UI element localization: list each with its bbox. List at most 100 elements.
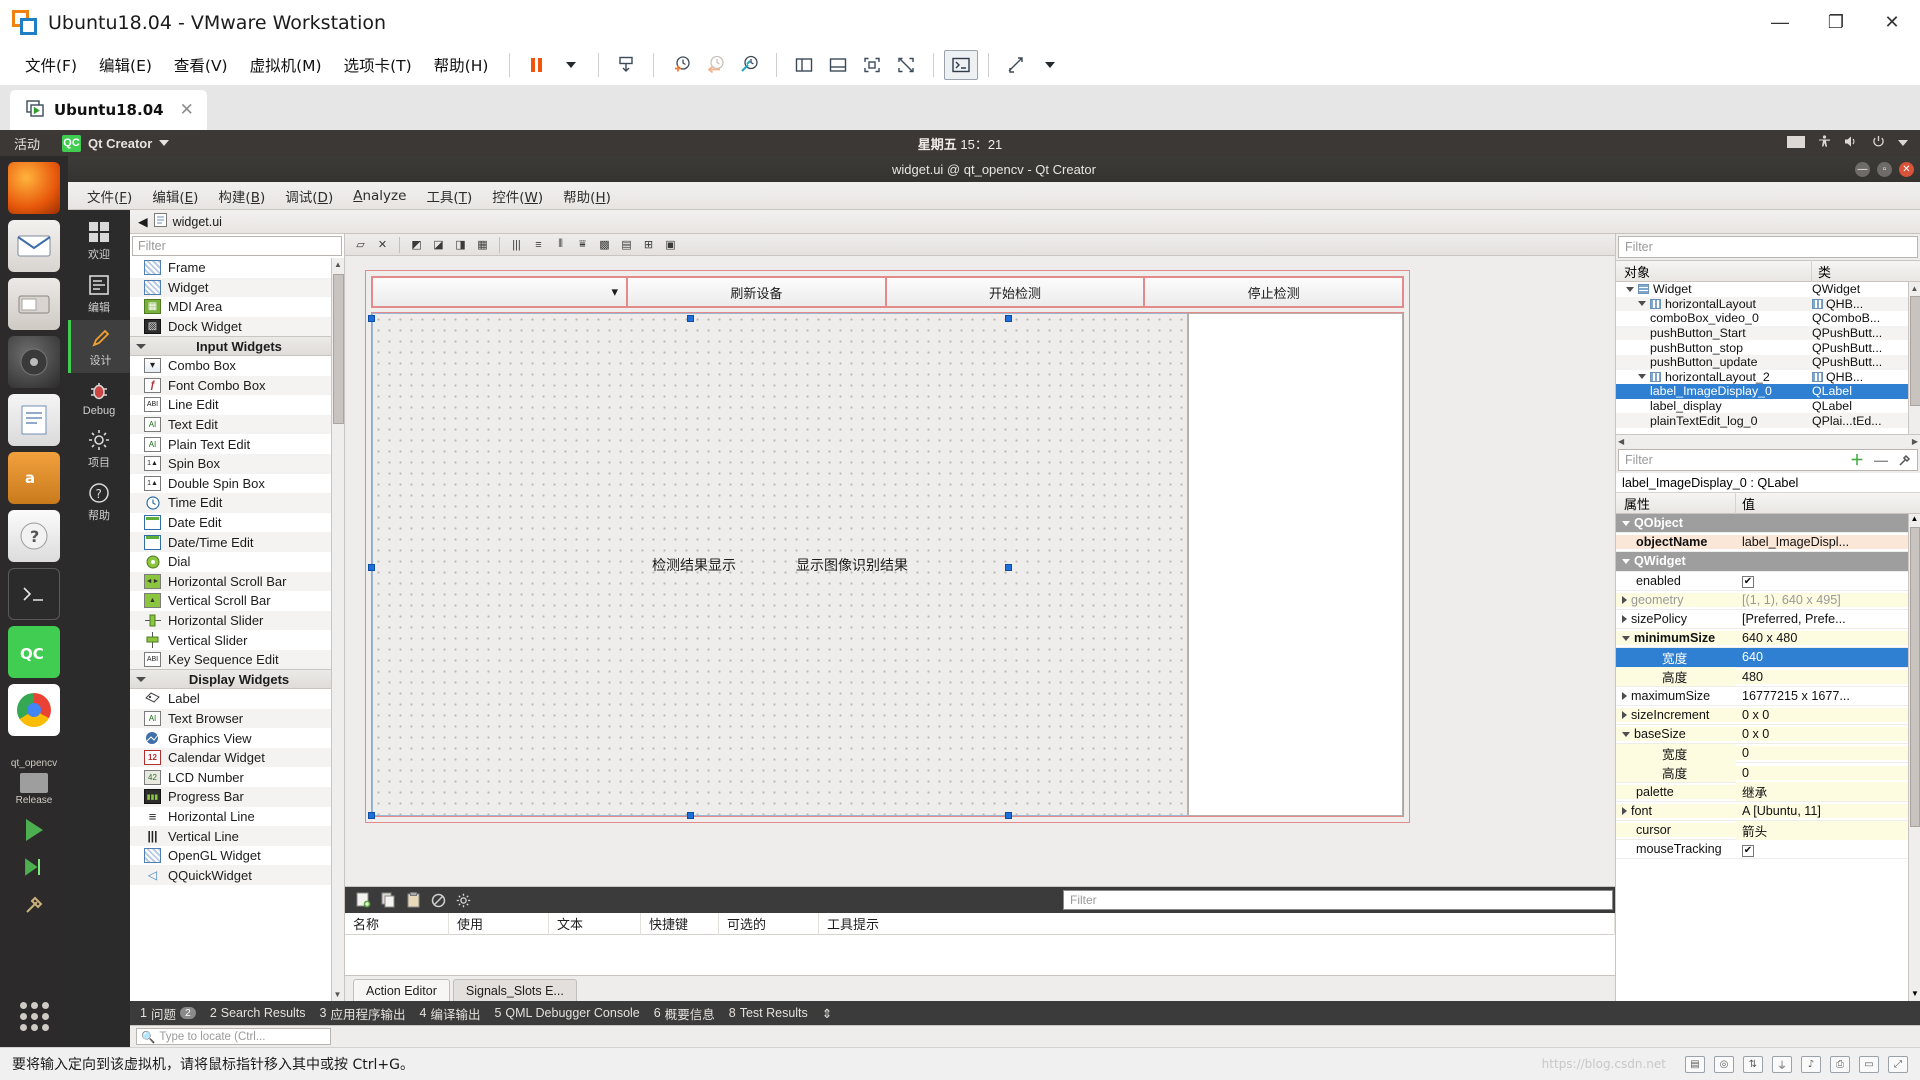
output-tab[interactable]: 6概要信息 [654,1004,715,1023]
checkbox[interactable]: ✔ [1742,845,1754,857]
object-tree-row[interactable]: label_displayQLabel [1616,399,1920,414]
mode-design[interactable]: 设计 [68,320,130,373]
property-row[interactable]: 宽度640 [1616,648,1920,667]
launcher-qtcreator-icon[interactable]: QC [8,626,60,678]
scroll-down-icon[interactable]: ▼ [1910,989,1920,1001]
horizontal-layout-2-row[interactable]: 检测结果显示 显示图像识别结果 [371,312,1404,817]
vm-tab-close-icon[interactable]: ✕ [180,100,194,120]
widget-box-item[interactable]: ▲Vertical Scroll Bar [130,591,344,611]
property-row[interactable]: 宽度0 [1616,744,1920,763]
selection-handle-tc[interactable] [687,315,694,322]
widget-box-item[interactable]: Vertical Slider [130,630,344,650]
expand-icon[interactable]: ⤢ [1888,1056,1908,1073]
object-tree-row[interactable]: pushButton_updateQPushButt... [1616,355,1920,370]
scroll-up-icon[interactable]: ▲ [1909,282,1920,295]
edit-buddies-icon[interactable]: ◨ [451,236,470,254]
snapshot-manager-icon[interactable] [732,50,766,80]
output-tab[interactable]: 5QML Debugger Console [494,1006,639,1020]
property-row[interactable]: 高度0 [1616,763,1920,782]
widget-box-item[interactable]: Horizontal Slider [130,611,344,631]
maximize-button[interactable]: ❐ [1808,0,1864,45]
printer-icon[interactable]: ⎙ [1830,1056,1850,1073]
mode-welcome[interactable]: 欢迎 [68,214,130,267]
selection-handle-ml[interactable] [368,564,375,571]
layout-splitter-h-icon[interactable]: ⫴ [551,236,570,254]
launcher-chrome-icon[interactable] [8,684,60,736]
widget-box-item[interactable]: ◁QQuickWidget [130,865,344,885]
close-button[interactable]: ✕ [1864,0,1920,45]
chevron-down-icon[interactable] [1626,287,1634,292]
menu-edit[interactable]: 编辑(E) [88,50,163,80]
widget-box-item[interactable]: ƒFont Combo Box [130,376,344,396]
selection-handle-br[interactable] [1005,812,1012,819]
sound-card-icon[interactable]: ♪ [1801,1056,1821,1073]
action-editor-body[interactable] [345,935,1615,975]
mode-projects[interactable]: 项目 [68,422,130,475]
fullscreen-icon[interactable] [855,50,889,80]
widget-box-item[interactable]: ≡Horizontal Line [130,807,344,827]
property-editor-filter[interactable]: Filter [1625,453,1653,467]
selection-handle-tl[interactable] [368,315,375,322]
widget-box-item[interactable]: ABILine Edit [130,395,344,415]
qt-menu-debug[interactable]: 调试(D) [276,183,342,209]
widget-box-item[interactable]: AIText Browser [130,709,344,729]
vm-tab-ubuntu[interactable]: Ubuntu18.04 ✕ [10,90,207,130]
property-editor-list[interactable]: QObjectobjectNamelabel_ImageDispl...QWid… [1616,514,1920,1001]
widget-box-item[interactable]: Dial [130,552,344,572]
launcher-rhythmbox-icon[interactable] [8,336,60,388]
widget-edit-mode-icon[interactable]: ▱ [351,236,370,254]
output-tab[interactable]: 3应用程序输出 [320,1004,406,1023]
selection-handle-bc[interactable] [687,812,694,819]
chevron-down-icon[interactable] [1622,732,1630,737]
property-row[interactable]: geometry[(1, 1), 640 x 495] [1616,591,1920,610]
object-tree-row[interactable]: pushButton_StartQPushButt... [1616,326,1920,341]
qt-menu-build[interactable]: 构建(B) [209,183,274,209]
property-row[interactable]: mouseTracking✔ [1616,840,1920,859]
activities-button[interactable]: 活动 [14,134,40,153]
console-view-icon[interactable] [944,50,978,80]
ubuntu-clock[interactable]: 星期五 15：21 [0,134,1920,153]
chevron-right-icon[interactable] [1622,615,1627,623]
launcher-help-icon[interactable]: ? [8,510,60,562]
widget-box-item[interactable]: 1▲Double Spin Box [130,474,344,494]
layout-form-icon[interactable]: ▤ [617,236,636,254]
chevron-right-icon[interactable] [1622,711,1627,719]
chevron-down-icon[interactable] [1638,374,1646,379]
property-row[interactable]: palette继承 [1616,783,1920,802]
scroll-up-icon[interactable]: ▲ [1909,514,1920,526]
launcher-libreoffice-writer-icon[interactable] [8,394,60,446]
copy-action-icon[interactable] [378,890,398,910]
chevron-down-icon[interactable] [1638,301,1646,306]
chevron-right-icon[interactable] [1622,807,1627,815]
widget-box-item[interactable]: ▮▮▮Progress Bar [130,787,344,807]
output-tab[interactable]: 1问题2 [140,1004,196,1023]
close-form-icon[interactable]: ✕ [373,236,392,254]
pushbutton-update[interactable]: 刷新设备 [627,277,886,307]
qt-menu-widgets[interactable]: 控件(W) [483,183,552,209]
qt-menu-analyze[interactable]: Analyze [344,185,415,207]
cd-dvd-icon[interactable]: ◎ [1714,1056,1734,1073]
property-row[interactable]: baseSize0 x 0 [1616,725,1920,744]
object-inspector-tree[interactable]: WidgetQWidgethorizontalLayoutQHB...combo… [1616,282,1920,434]
display-icon[interactable]: ▭ [1859,1056,1879,1073]
action-editor-filter[interactable]: Filter [1063,890,1613,910]
open-file-label[interactable]: widget.ui [173,215,222,229]
locator-input[interactable]: 🔍 Type to locate (Ctrl... [136,1028,331,1045]
object-tree-row[interactable]: horizontalLayout_2QHB... [1616,370,1920,385]
form-widget[interactable]: ▾ 刷新设备 开始检测 停止检测 检测结果 [365,270,1410,823]
filebar-back-icon[interactable]: ◀ [138,214,148,229]
stretch-dropdown-icon[interactable] [1033,50,1067,80]
edit-widgets-icon[interactable]: ◩ [407,236,426,254]
menu-tabs[interactable]: 选项卡(T) [333,50,423,80]
mode-help[interactable]: ? 帮助 [68,475,130,528]
adjust-size-icon[interactable]: ▣ [661,236,680,254]
volume-icon[interactable] [1844,135,1859,151]
launcher-show-applications-icon[interactable] [20,1002,49,1031]
unity-mode-icon[interactable] [889,50,923,80]
combobox-video-0[interactable]: ▾ [372,277,627,307]
selection-handle-tr[interactable] [1005,315,1012,322]
widget-box-item[interactable]: 42LCD Number [130,767,344,787]
qt-menu-edit[interactable]: 编辑(E) [143,183,207,209]
object-tree-row[interactable]: horizontalLayoutQHB... [1616,297,1920,312]
object-tree-row[interactable]: label_ImageDisplay_0QLabel [1616,384,1920,399]
